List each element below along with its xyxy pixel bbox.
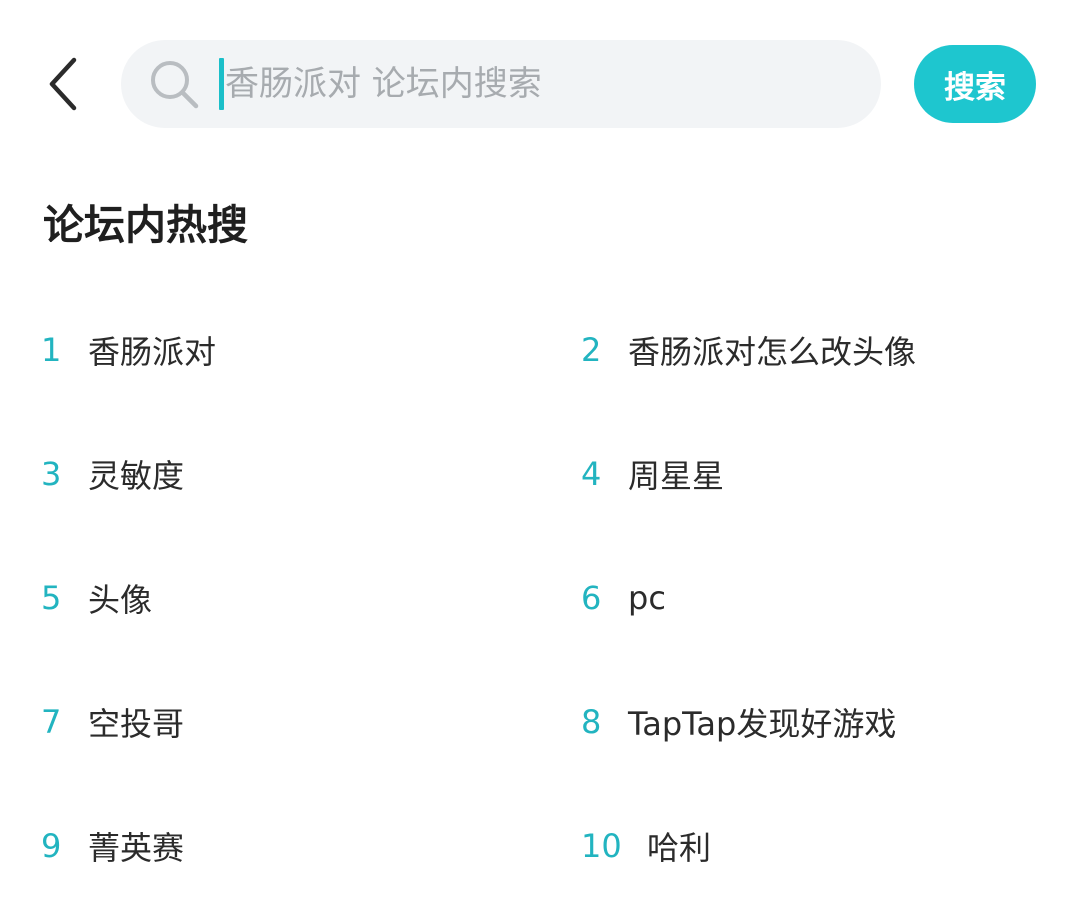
rank-number: 2 (581, 331, 602, 369)
hot-search-term: 香肠派对 (88, 333, 217, 371)
hot-search-item[interactable]: 1 香肠派对 (41, 318, 501, 382)
hot-search-term: 哈利 (647, 829, 712, 867)
rank-number: 9 (41, 827, 62, 865)
hot-search-item[interactable]: 2 香肠派对怎么改头像 (581, 318, 1041, 382)
text-cursor (219, 58, 224, 110)
rank-number: 5 (41, 579, 62, 617)
chevron-left-icon (49, 57, 77, 111)
hot-search-item[interactable]: 7 空投哥 (41, 690, 501, 754)
hot-search-term: 灵敏度 (88, 457, 185, 495)
rank-number: 1 (41, 331, 62, 369)
hot-search-item[interactable]: 9 菁英赛 (41, 814, 501, 878)
hot-search-term: 头像 (88, 581, 153, 619)
hot-search-term: pc (628, 579, 666, 617)
hot-search-item[interactable]: 3 灵敏度 (41, 442, 501, 506)
hot-search-term: 菁英赛 (88, 829, 185, 867)
hot-search-item[interactable]: 8 TapTap发现好游戏 (581, 690, 1041, 754)
hot-search-term: 香肠派对怎么改头像 (628, 333, 917, 371)
rank-number: 10 (581, 827, 622, 865)
rank-number: 6 (581, 579, 602, 617)
hot-search-item[interactable]: 4 周星星 (581, 442, 1041, 506)
rank-number: 4 (581, 455, 602, 493)
search-input[interactable] (225, 40, 845, 128)
hot-search-term: 周星星 (628, 457, 725, 495)
back-button[interactable] (28, 44, 100, 124)
search-icon (151, 61, 199, 109)
rank-number: 7 (41, 703, 62, 741)
hot-search-item[interactable]: 10 哈利 (581, 814, 1041, 878)
search-bar[interactable] (121, 40, 881, 128)
section-title: 论坛内热搜 (43, 201, 248, 249)
rank-number: 3 (41, 455, 62, 493)
hot-search-item[interactable]: 5 头像 (41, 566, 501, 630)
rank-number: 8 (581, 703, 602, 741)
hot-search-item[interactable]: 6 pc (581, 566, 1041, 630)
search-button[interactable]: 搜索 (914, 45, 1036, 123)
hot-search-term: 空投哥 (88, 705, 185, 743)
hot-search-term: TapTap发现好游戏 (628, 705, 897, 743)
